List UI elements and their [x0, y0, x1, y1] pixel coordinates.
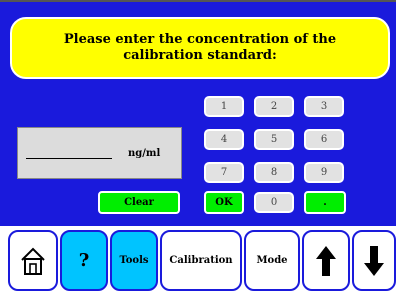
concentration-field[interactable]: ng/ml	[17, 127, 182, 179]
calibration-button[interactable]: Calibration	[160, 230, 242, 291]
help-label: ?	[78, 250, 90, 271]
decimal-button[interactable]: .	[304, 191, 346, 214]
mode-label: Mode	[256, 255, 288, 266]
entry-underline	[26, 158, 112, 159]
tools-button[interactable]: Tools	[110, 230, 158, 291]
clear-button[interactable]: Clear	[98, 191, 180, 214]
key-5[interactable]: 5	[254, 129, 294, 150]
tools-label: Tools	[119, 255, 149, 266]
calibration-label: Calibration	[169, 255, 233, 266]
home-icon	[21, 247, 45, 275]
key-3[interactable]: 3	[304, 96, 344, 117]
main-screen: Please enter the concentration of the ca…	[0, 0, 396, 228]
unit-label: ng/ml	[128, 148, 161, 159]
key-1[interactable]: 1	[204, 96, 244, 117]
prompt-message: Please enter the concentration of the ca…	[63, 32, 337, 63]
mode-button[interactable]: Mode	[244, 230, 300, 291]
arrow-down-icon	[364, 245, 384, 276]
arrow-up-icon	[316, 245, 336, 276]
key-7[interactable]: 7	[204, 162, 244, 183]
scroll-up-button[interactable]	[302, 230, 350, 291]
key-6[interactable]: 6	[304, 129, 344, 150]
key-8[interactable]: 8	[254, 162, 294, 183]
key-2[interactable]: 2	[254, 96, 294, 117]
key-4[interactable]: 4	[204, 129, 244, 150]
ok-button[interactable]: OK	[204, 191, 244, 214]
bottom-toolbar: ? Tools Calibration Mode	[0, 228, 396, 293]
key-9[interactable]: 9	[304, 162, 344, 183]
prompt-banner: Please enter the concentration of the ca…	[10, 17, 390, 79]
home-button[interactable]	[8, 230, 58, 291]
help-button[interactable]: ?	[60, 230, 108, 291]
scroll-down-button[interactable]	[352, 230, 396, 291]
key-0[interactable]: 0	[254, 192, 294, 213]
